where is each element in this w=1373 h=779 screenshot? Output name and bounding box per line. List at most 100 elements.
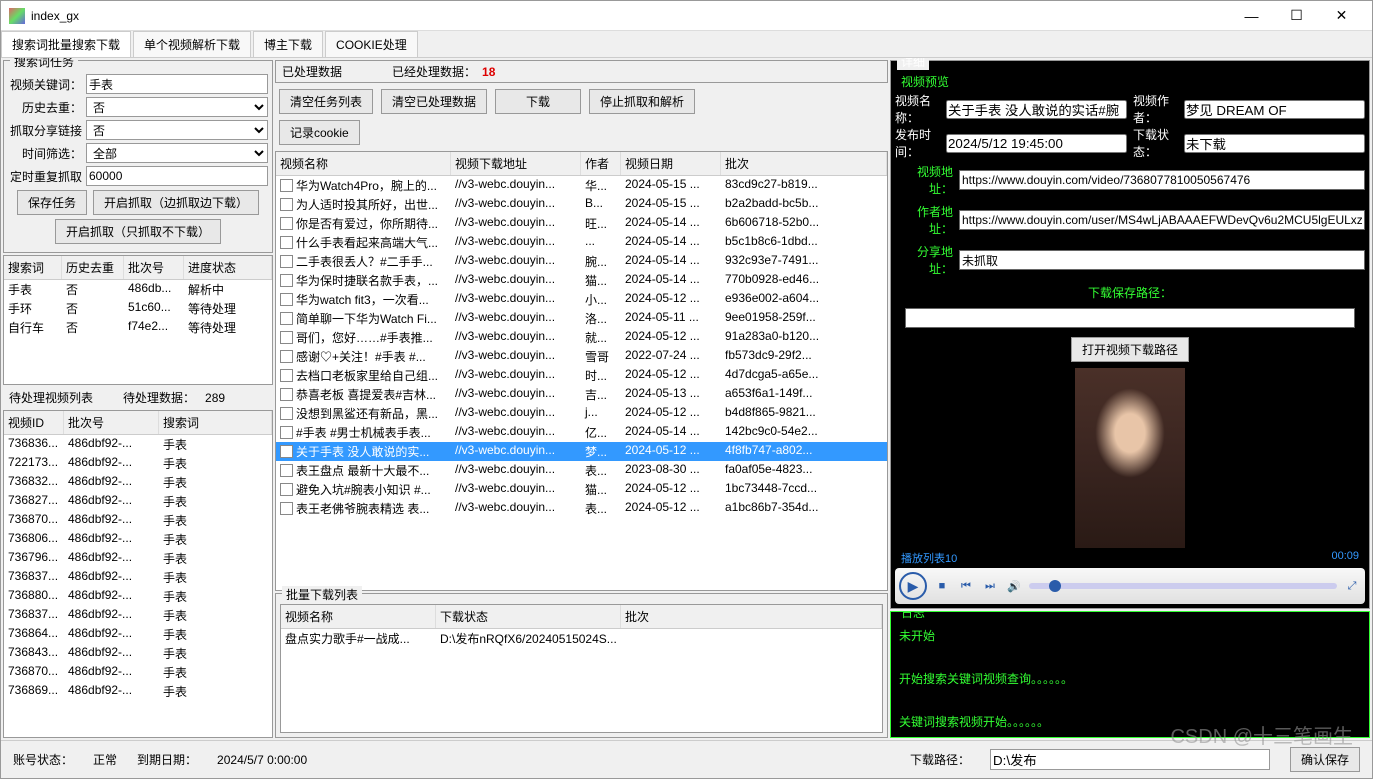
- detail-name[interactable]: [946, 100, 1127, 119]
- sharelink-label: 抓取分享链接: [8, 122, 82, 139]
- player-controls: ▶ ■ ⏮ ⏭ 🔊 ⤢: [895, 568, 1365, 604]
- table-row[interactable]: 736843...486dbf92-...手表: [4, 644, 272, 663]
- download-path-input[interactable]: [990, 749, 1270, 770]
- table-row[interactable]: 华为保时捷联名款手表，...//v3-webc.douyin...猫...202…: [276, 271, 887, 290]
- play-button[interactable]: ▶: [899, 572, 927, 600]
- detail-time[interactable]: [946, 134, 1127, 153]
- table-row[interactable]: 736864...486dbf92-...手表: [4, 625, 272, 644]
- close-button[interactable]: ✕: [1319, 2, 1364, 30]
- table-row[interactable]: 华为Watch4Pro，腕上的...//v3-webc.douyin...华..…: [276, 176, 887, 195]
- preview-thumbnail: [1075, 368, 1185, 548]
- maximize-button[interactable]: ☐: [1274, 2, 1319, 30]
- dedup-select[interactable]: 否: [86, 97, 268, 117]
- table-row[interactable]: 恭喜老板 喜提爱表#吉林...//v3-webc.douyin...吉...20…: [276, 385, 887, 404]
- open-path-button[interactable]: 打开视频下载路径: [1071, 337, 1189, 362]
- save-task-button[interactable]: 保存任务: [17, 190, 87, 215]
- table-row[interactable]: 736837...486dbf92-...手表: [4, 568, 272, 587]
- table-row[interactable]: 去档口老板家里给自己组...//v3-webc.douyin...时...202…: [276, 366, 887, 385]
- table-row[interactable]: 什么手表看起来高端大气...//v3-webc.douyin......2024…: [276, 233, 887, 252]
- detail-title: 详细: [897, 58, 929, 70]
- detail-videourl[interactable]: [959, 170, 1365, 190]
- pending-title: 待处理视频列表: [9, 389, 93, 406]
- tab-blogger[interactable]: 博主下载: [253, 31, 323, 57]
- table-row[interactable]: 表王盘点 最新十大最不...//v3-webc.douyin...表...202…: [276, 461, 887, 480]
- table-row[interactable]: 736796...486dbf92-...手表: [4, 549, 272, 568]
- table-row[interactable]: 自行车否f74e2...等待处理: [4, 318, 272, 337]
- clear-task-button[interactable]: 清空任务列表: [279, 89, 373, 114]
- table-row[interactable]: 736806...486dbf92-...手表: [4, 530, 272, 549]
- savepath-input[interactable]: [905, 308, 1355, 328]
- tab-search-batch[interactable]: 搜索词批量搜索下载: [1, 31, 131, 57]
- table-row[interactable]: 736837...486dbf92-...手表: [4, 606, 272, 625]
- interval-input[interactable]: [86, 166, 268, 186]
- log-title: 日志: [897, 611, 929, 621]
- processed-count-label: 已经处理数据：: [392, 63, 476, 80]
- table-row[interactable]: 没想到黑鲨还有新品，黑...//v3-webc.douyin...j...202…: [276, 404, 887, 423]
- table-row[interactable]: 关于手表 没人敢说的实...//v3-webc.douyin...梦...202…: [276, 442, 887, 461]
- table-row[interactable]: 手环否51c60...等待处理: [4, 299, 272, 318]
- minimize-button[interactable]: —: [1229, 2, 1274, 30]
- window-title: index_gx: [31, 9, 1229, 23]
- timefilter-label: 时间筛选：: [8, 145, 82, 162]
- path-label: 下载路径：: [910, 751, 970, 768]
- table-row[interactable]: 手表否486db...解析中: [4, 280, 272, 299]
- table-row[interactable]: #手表 #男士机械表手表...//v3-webc.douyin...亿...20…: [276, 423, 887, 442]
- playlist-label: 播放列表10: [901, 550, 957, 566]
- table-row[interactable]: 736870...486dbf92-...手表: [4, 663, 272, 682]
- record-cookie-button[interactable]: 记录cookie: [279, 120, 360, 145]
- task-table[interactable]: 搜索词 历史去重 批次号 进度状态 手表否486db...解析中手环否51c60…: [3, 255, 273, 385]
- stop-icon[interactable]: ■: [933, 577, 951, 595]
- next-icon[interactable]: ⏭: [981, 577, 999, 595]
- table-row[interactable]: 736827...486dbf92-...手表: [4, 492, 272, 511]
- sharelink-select[interactable]: 否: [86, 120, 268, 140]
- account-status: 正常: [93, 751, 117, 768]
- savepath-label: 下载保存路径：: [895, 280, 1365, 305]
- detail-status[interactable]: [1184, 134, 1365, 153]
- video-preview: [895, 368, 1365, 548]
- detail-author[interactable]: [1184, 100, 1365, 119]
- clear-data-button[interactable]: 清空已处理数据: [381, 89, 487, 114]
- pending-table[interactable]: 视频ID 批次号 搜索词 736836...486dbf92-...手表7221…: [3, 410, 273, 738]
- stop-button[interactable]: 停止抓取和解析: [589, 89, 695, 114]
- duration-label: 00:09: [1331, 550, 1359, 566]
- table-row[interactable]: 避免入坑#腕表小知识 #...//v3-webc.douyin...猫...20…: [276, 480, 887, 499]
- table-row[interactable]: 736836...486dbf92-...手表: [4, 435, 272, 454]
- keyword-input[interactable]: [86, 74, 268, 94]
- preview-title: 视频预览: [895, 71, 1365, 92]
- table-row[interactable]: 感谢♡+关注！#手表 #...//v3-webc.douyin...雪哥2022…: [276, 347, 887, 366]
- tab-single-video[interactable]: 单个视频解析下载: [133, 31, 251, 57]
- table-row[interactable]: 盘点实力歌手#一战成...D:\发布nRQfX6/20240515024S...: [281, 629, 882, 648]
- table-row[interactable]: 722173...486dbf92-...手表: [4, 454, 272, 473]
- table-row[interactable]: 为人适时投其所好，出世...//v3-webc.douyin...B...202…: [276, 195, 887, 214]
- timefilter-select[interactable]: 全部: [86, 143, 268, 163]
- table-row[interactable]: 736869...486dbf92-...手表: [4, 682, 272, 701]
- search-task-title: 搜索词任务: [10, 58, 78, 70]
- pending-count: 289: [205, 391, 225, 405]
- detail-shareurl[interactable]: [959, 250, 1365, 270]
- main-tabs: 搜索词批量搜索下载 单个视频解析下载 博主下载 COOKIE处理: [1, 31, 1372, 58]
- table-row[interactable]: 华为watch fit3，一次看...//v3-webc.douyin...小.…: [276, 290, 887, 309]
- detail-authorurl[interactable]: [959, 210, 1365, 230]
- table-row[interactable]: 二手表很丢人？#二手手...//v3-webc.douyin...腕...202…: [276, 252, 887, 271]
- expand-icon[interactable]: ⤢: [1343, 577, 1361, 595]
- confirm-save-button[interactable]: 确认保存: [1290, 747, 1360, 772]
- log-content: 未开始 开始搜索关键词视频查询。。。。。。 关键词搜索视频开始。。。。。。 等待…: [895, 622, 1365, 738]
- seek-track[interactable]: [1029, 583, 1337, 589]
- expire-date: 2024/5/7 0:00:00: [217, 753, 307, 767]
- table-row[interactable]: 736870...486dbf92-...手表: [4, 511, 272, 530]
- expire-label: 到期日期：: [137, 751, 197, 768]
- processed-table[interactable]: 视频名称 视频下载地址 作者 视频日期 批次 华为Watch4Pro，腕上的..…: [275, 151, 888, 591]
- download-button[interactable]: 下载: [495, 89, 581, 114]
- tab-cookie[interactable]: COOKIE处理: [325, 31, 418, 57]
- start-crawl-download-button[interactable]: 开启抓取（边抓取边下载）: [93, 190, 259, 215]
- start-crawl-only-button[interactable]: 开启抓取（只抓取不下载）: [55, 219, 221, 244]
- table-row[interactable]: 表王老佛爷腕表精选 表...//v3-webc.douyin...表...202…: [276, 499, 887, 518]
- batch-download-table[interactable]: 视频名称 下载状态 批次 盘点实力歌手#一战成...D:\发布nRQfX6/20…: [280, 604, 883, 733]
- table-row[interactable]: 736832...486dbf92-...手表: [4, 473, 272, 492]
- table-row[interactable]: 哥们，您好……#手表推...//v3-webc.douyin...就...202…: [276, 328, 887, 347]
- table-row[interactable]: 你是否有爱过，你所期待...//v3-webc.douyin...旺...202…: [276, 214, 887, 233]
- table-row[interactable]: 736880...486dbf92-...手表: [4, 587, 272, 606]
- table-row[interactable]: 简单聊一下华为Watch Fi...//v3-webc.douyin...洛..…: [276, 309, 887, 328]
- volume-icon[interactable]: 🔊: [1005, 577, 1023, 595]
- prev-icon[interactable]: ⏮: [957, 577, 975, 595]
